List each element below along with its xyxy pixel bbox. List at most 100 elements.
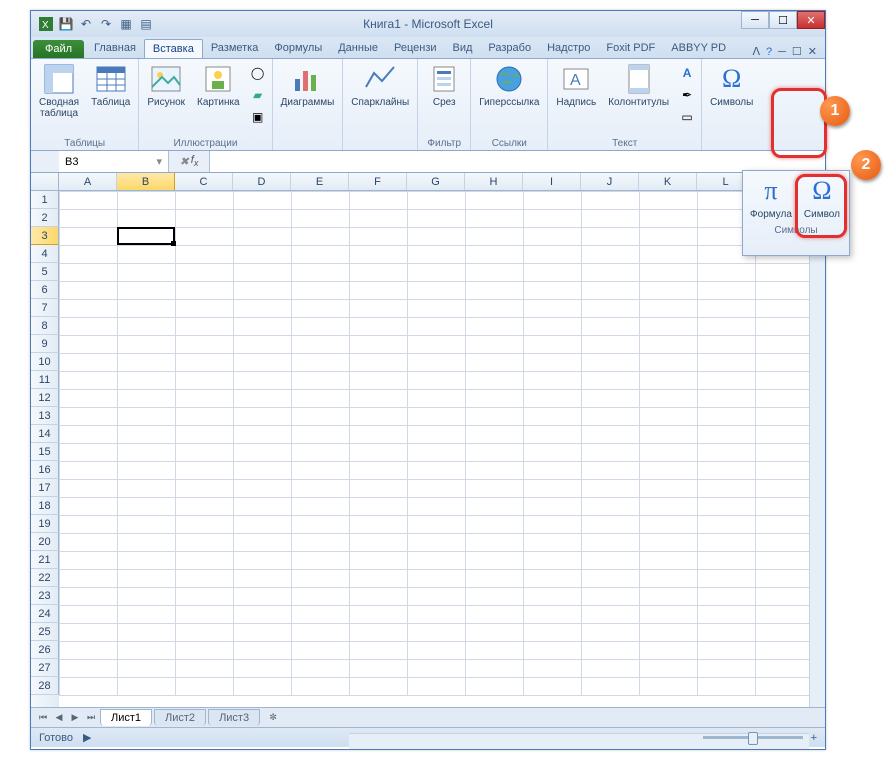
table-button[interactable]: Таблица	[87, 61, 134, 110]
row-header[interactable]: 20	[31, 533, 59, 551]
slicer-button[interactable]: Срез	[422, 61, 466, 110]
active-cell[interactable]	[117, 227, 175, 245]
ribbon-tab-10[interactable]: ABBYY PD	[663, 39, 734, 58]
select-all-corner[interactable]	[31, 173, 59, 190]
row-header[interactable]: 3	[31, 227, 59, 245]
ribbon-minimize-icon[interactable]: ᐱ	[752, 45, 760, 58]
screenshot-icon[interactable]: ▣	[248, 107, 268, 127]
ribbon-tab-9[interactable]: Foxit PDF	[598, 39, 663, 58]
sheet-nav-prev[interactable]: ◀	[51, 710, 67, 726]
smartart-icon[interactable]: ▰	[248, 85, 268, 105]
ribbon-tab-0[interactable]: Главная	[86, 39, 144, 58]
charts-button[interactable]: Диаграммы	[277, 61, 339, 110]
column-header[interactable]: G	[407, 173, 465, 190]
sheet-tab[interactable]: Лист1	[100, 709, 152, 726]
sparklines-button[interactable]: Спарклайны	[347, 61, 413, 110]
ribbon-tab-1[interactable]: Вставка	[144, 39, 203, 58]
row-header[interactable]: 9	[31, 335, 59, 353]
row-header[interactable]: 22	[31, 569, 59, 587]
sheet-nav-first[interactable]: ⏮	[35, 710, 51, 726]
symbol-button[interactable]: Ω Символ	[798, 173, 846, 222]
help-icon[interactable]: ?	[766, 46, 772, 58]
column-header[interactable]: B	[117, 173, 175, 190]
fx-button[interactable]: ✖ fx	[169, 154, 209, 168]
row-header[interactable]: 18	[31, 497, 59, 515]
column-header[interactable]: F	[349, 173, 407, 190]
column-header[interactable]: J	[581, 173, 639, 190]
row-header[interactable]: 15	[31, 443, 59, 461]
close-button[interactable]: ✕	[797, 11, 825, 29]
sheet-nav-next[interactable]: ▶	[67, 710, 83, 726]
file-tab[interactable]: Файл	[33, 40, 84, 58]
row-header[interactable]: 7	[31, 299, 59, 317]
row-header[interactable]: 17	[31, 479, 59, 497]
picture-button[interactable]: Рисунок	[143, 61, 189, 110]
undo-icon[interactable]: ↶	[77, 15, 95, 33]
ribbon-tab-3[interactable]: Формулы	[266, 39, 330, 58]
row-header[interactable]: 14	[31, 425, 59, 443]
doc-close-icon[interactable]: ✕	[808, 45, 817, 58]
column-header[interactable]: I	[523, 173, 581, 190]
new-sheet-icon[interactable]: ✼	[265, 710, 281, 726]
row-header[interactable]: 13	[31, 407, 59, 425]
row-header[interactable]: 23	[31, 587, 59, 605]
row-header[interactable]: 28	[31, 677, 59, 695]
column-header[interactable]: A	[59, 173, 117, 190]
row-header[interactable]: 10	[31, 353, 59, 371]
row-header[interactable]: 5	[31, 263, 59, 281]
row-header[interactable]: 4	[31, 245, 59, 263]
cells-area[interactable]	[59, 191, 825, 707]
zoom-slider[interactable]	[703, 736, 803, 739]
ribbon-tab-5[interactable]: Рецензи	[386, 39, 445, 58]
minimize-button[interactable]: ─	[741, 11, 769, 29]
row-header[interactable]: 26	[31, 641, 59, 659]
column-header[interactable]: E	[291, 173, 349, 190]
equation-button[interactable]: π Формула	[746, 173, 796, 222]
row-header[interactable]: 16	[31, 461, 59, 479]
sheet-nav-last[interactable]: ⏭	[83, 710, 99, 726]
sheet-tab[interactable]: Лист2	[154, 709, 206, 726]
object-icon[interactable]: ▭	[677, 107, 697, 127]
ribbon-tab-2[interactable]: Разметка	[203, 39, 267, 58]
row-header[interactable]: 21	[31, 551, 59, 569]
zoom-in-button[interactable]: +	[811, 732, 817, 744]
ribbon-tab-4[interactable]: Данные	[330, 39, 386, 58]
clipart-button[interactable]: Картинка	[193, 61, 244, 110]
shapes-icon[interactable]: ◯	[248, 63, 268, 83]
column-header[interactable]: K	[639, 173, 697, 190]
row-header[interactable]: 2	[31, 209, 59, 227]
ribbon-tab-6[interactable]: Вид	[445, 39, 481, 58]
macro-icon[interactable]: ▶	[83, 731, 91, 744]
headerfooter-button[interactable]: Колонтитулы	[604, 61, 673, 110]
column-header[interactable]: D	[233, 173, 291, 190]
signature-icon[interactable]: ✒	[677, 85, 697, 105]
name-box[interactable]: B3▾	[59, 151, 169, 172]
column-header[interactable]: C	[175, 173, 233, 190]
doc-restore-icon[interactable]: ☐	[792, 45, 802, 58]
row-header[interactable]: 11	[31, 371, 59, 389]
sheet-tab[interactable]: Лист3	[208, 709, 260, 726]
column-header[interactable]: H	[465, 173, 523, 190]
row-header[interactable]: 8	[31, 317, 59, 335]
row-header[interactable]: 25	[31, 623, 59, 641]
row-header[interactable]: 1	[31, 191, 59, 209]
pivot-table-button[interactable]: Сводная таблица	[35, 61, 83, 121]
formula-input[interactable]	[209, 151, 825, 172]
row-header[interactable]: 6	[31, 281, 59, 299]
redo-icon[interactable]: ↷	[97, 15, 115, 33]
hyperlink-button[interactable]: Гиперссылка	[475, 61, 543, 110]
row-header[interactable]: 19	[31, 515, 59, 533]
row-header[interactable]: 24	[31, 605, 59, 623]
qat-icon[interactable]: ▦	[117, 15, 135, 33]
ribbon-tab-7[interactable]: Разрабо	[480, 39, 539, 58]
row-header[interactable]: 27	[31, 659, 59, 677]
textbox-button[interactable]: A Надпись	[552, 61, 600, 110]
doc-minimize-icon[interactable]: ─	[778, 46, 786, 58]
save-icon[interactable]: 💾	[57, 15, 75, 33]
maximize-button[interactable]: ☐	[769, 11, 797, 29]
wordart-icon[interactable]: A	[677, 63, 697, 83]
qat-icon-2[interactable]: ▤	[137, 15, 155, 33]
row-header[interactable]: 12	[31, 389, 59, 407]
symbols-button[interactable]: Ω Символы	[706, 61, 757, 110]
ribbon-tab-8[interactable]: Надстро	[539, 39, 598, 58]
